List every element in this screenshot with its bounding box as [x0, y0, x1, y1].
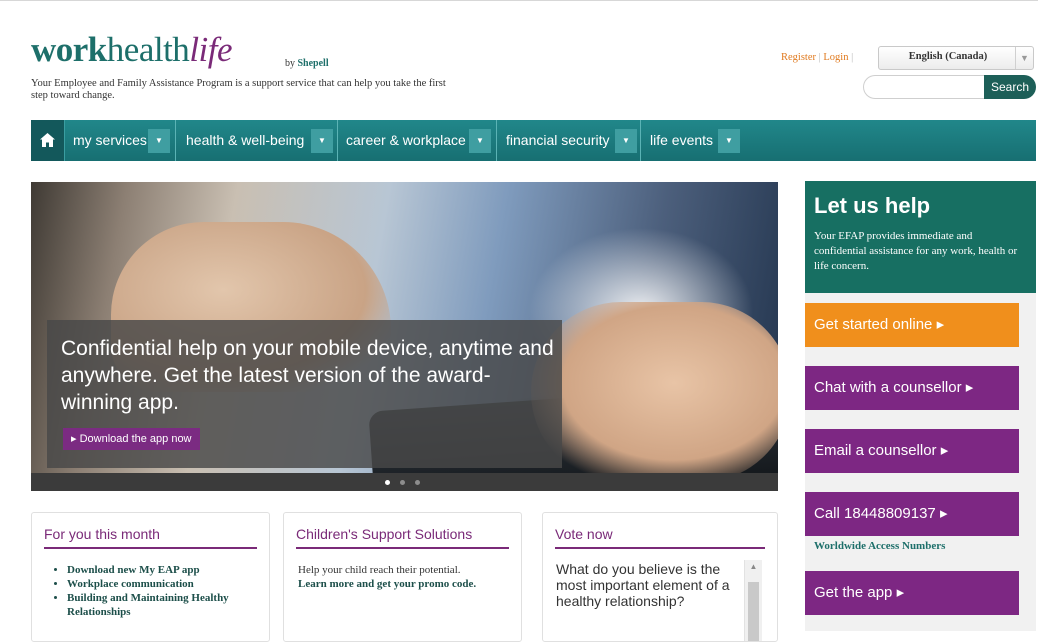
let-us-help-sidebar: Let us help Your EFAP provides immediate…	[805, 181, 1036, 631]
chat-counsellor-button[interactable]: Chat with a counsellor ▸	[805, 366, 1019, 410]
hero-image-hand	[531, 302, 778, 473]
nav-my-services-dropdown[interactable]: ▼	[148, 120, 170, 161]
language-select[interactable]: English (Canada) ▼	[878, 46, 1034, 70]
triangle-right-icon: ▸	[965, 379, 974, 396]
register-link[interactable]: Register	[781, 52, 816, 63]
promo-code-link[interactable]: Learn more and get your promo code.	[298, 578, 476, 590]
chevron-down-icon: ▼	[718, 129, 740, 153]
box-title: Children's Support Solutions	[296, 526, 473, 542]
chevron-down-icon: ▼	[1015, 47, 1033, 69]
get-started-online-button[interactable]: Get started online ▸	[805, 303, 1019, 347]
title-underline	[555, 547, 765, 549]
get-the-app-button[interactable]: Get the app ▸	[805, 571, 1019, 615]
carousel-dot-1[interactable]	[385, 480, 390, 485]
vote-now-box: Vote now What do you believe is the most…	[542, 512, 778, 642]
scroll-up-icon[interactable]: ▲	[745, 560, 762, 574]
for-you-this-month-box: For you this month Download new My EAP a…	[31, 512, 270, 642]
download-app-button[interactable]: ▸ Download the app now	[63, 428, 200, 450]
children-support-text: Help your child reach their potential. L…	[298, 564, 477, 590]
carousel-indicator-bar	[31, 473, 778, 491]
nav-divider	[640, 120, 641, 161]
nav-financial-dropdown[interactable]: ▼	[615, 120, 637, 161]
nav-divider	[496, 120, 497, 161]
nav-my-services[interactable]: my services	[73, 120, 147, 161]
nav-career-workplace[interactable]: career & workplace	[346, 120, 466, 161]
search-input[interactable]	[863, 75, 985, 99]
list-item[interactable]: Download new My EAP app	[67, 563, 237, 577]
chevron-down-icon: ▼	[148, 129, 170, 153]
hero-caption-panel: Confidential help on your mobile device,…	[47, 320, 562, 468]
month-list: Download new My EAP app Workplace commun…	[52, 563, 237, 619]
sidebar-description: Your EFAP provides immediate and confide…	[814, 230, 1018, 272]
call-button[interactable]: Call 18448809137 ▸	[805, 492, 1019, 536]
list-item[interactable]: Workplace communication	[67, 577, 237, 591]
workhealthlife-logo[interactable]: workhealthlife	[31, 30, 233, 70]
chevron-down-icon: ▼	[469, 129, 491, 153]
worldwide-access-link[interactable]: Worldwide Access Numbers	[814, 540, 945, 552]
home-icon	[40, 133, 55, 147]
language-value: English (Canada)	[908, 51, 988, 62]
nav-life-events-dropdown[interactable]: ▼	[718, 120, 740, 161]
nav-career-dropdown[interactable]: ▼	[469, 120, 491, 161]
nav-health-well-being[interactable]: health & well-being	[186, 120, 304, 161]
chevron-down-icon: ▼	[311, 129, 333, 153]
triangle-right-icon: ▸	[939, 505, 948, 522]
byline: by Shepell	[285, 58, 329, 69]
let-us-help-header: Let us help Your EFAP provides immediate…	[805, 181, 1036, 293]
box-title: Vote now	[555, 526, 613, 542]
triangle-right-icon: ▸	[936, 316, 945, 333]
top-border	[0, 0, 1038, 1]
title-underline	[44, 547, 257, 549]
childrens-support-box: Children's Support Solutions Help your c…	[283, 512, 522, 642]
carousel-dot-3[interactable]	[415, 480, 420, 485]
account-links: Register | Login |	[781, 52, 854, 63]
box-title: For you this month	[44, 526, 160, 542]
poll-scrollbar[interactable]: ▲	[744, 560, 762, 641]
tagline: Your Employee and Family Assistance Prog…	[31, 78, 446, 101]
search-button[interactable]: Search	[984, 75, 1036, 99]
chevron-down-icon: ▼	[615, 129, 637, 153]
poll-question: What do you believe is the most importan…	[556, 561, 730, 609]
sidebar-title: Let us help	[814, 193, 931, 218]
triangle-right-icon: ▸	[940, 442, 949, 459]
email-counsellor-button[interactable]: Email a counsellor ▸	[805, 429, 1019, 473]
list-item[interactable]: Building and Maintaining Healthy Relatio…	[67, 591, 237, 619]
nav-financial-security[interactable]: financial security	[506, 120, 610, 161]
nav-health-dropdown[interactable]: ▼	[311, 120, 333, 161]
main-nav: my services ▼ health & well-being ▼ care…	[31, 120, 1036, 161]
carousel-dot-2[interactable]	[400, 480, 405, 485]
nav-life-events[interactable]: life events	[650, 120, 713, 161]
title-underline	[296, 547, 509, 549]
login-link[interactable]: Login	[823, 52, 848, 63]
nav-divider	[337, 120, 338, 161]
triangle-right-icon: ▸	[896, 584, 905, 601]
nav-divider	[175, 120, 176, 161]
triangle-right-icon: ▸	[71, 433, 77, 445]
hero-carousel[interactable]: Confidential help on your mobile device,…	[31, 182, 778, 473]
hero-caption: Confidential help on your mobile device,…	[61, 337, 554, 414]
home-button[interactable]	[31, 120, 65, 161]
scroll-thumb[interactable]	[748, 582, 759, 641]
